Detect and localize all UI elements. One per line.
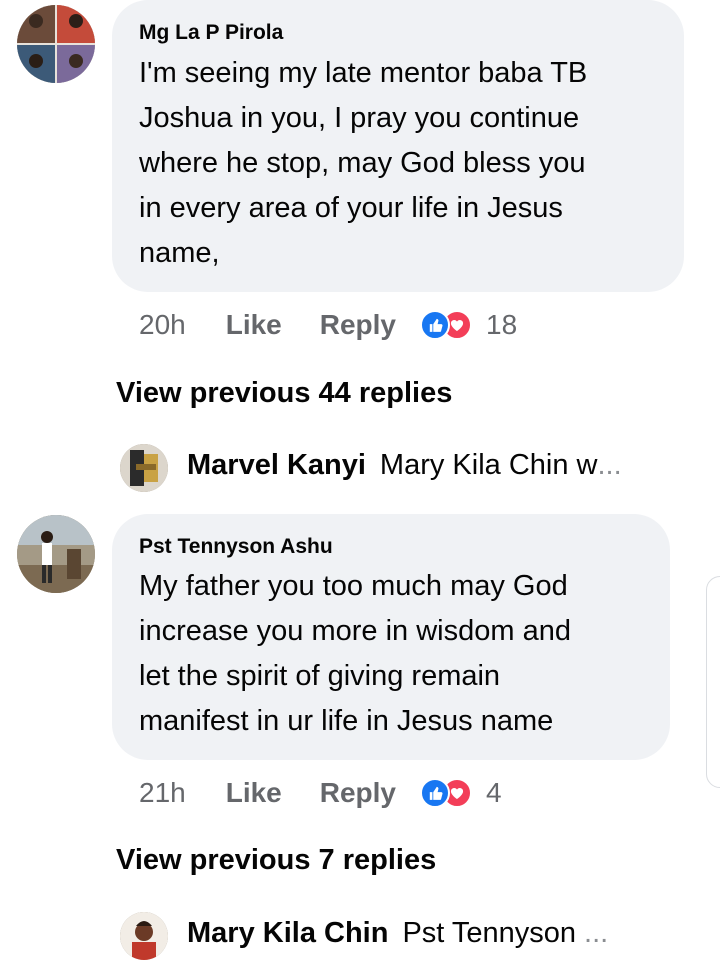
- comment-meta: 20h Like Reply 18: [139, 309, 517, 341]
- reply-author[interactable]: Marvel Kanyi: [187, 449, 366, 482]
- comment-author[interactable]: Mg La P Pirola: [139, 21, 283, 45]
- reply-ellipsis: ...: [597, 449, 622, 481]
- comment-timestamp[interactable]: 20h: [139, 309, 186, 341]
- reply-button[interactable]: Reply: [320, 309, 396, 341]
- reactions-summary[interactable]: [420, 310, 472, 340]
- side-panel-edge: [706, 576, 720, 788]
- comment-meta: 21h Like Reply 4: [139, 777, 502, 809]
- reaction-count[interactable]: 4: [486, 777, 502, 809]
- reply-text: Pst Tennyson: [402, 917, 577, 949]
- reply-avatar[interactable]: [120, 912, 168, 960]
- thumbs-up-icon: [420, 778, 450, 808]
- avatar-image: [120, 912, 168, 960]
- avatar-image: [17, 5, 95, 83]
- like-button[interactable]: Like: [226, 777, 282, 809]
- avatar[interactable]: [17, 5, 95, 83]
- latest-reply-preview[interactable]: Mary Kila Chin Pst Tennyson ...: [187, 917, 608, 950]
- comment-text: My father you too much may God increase …: [139, 570, 571, 737]
- avatar[interactable]: [17, 515, 95, 593]
- comment-author[interactable]: Pst Tennyson Ashu: [139, 535, 333, 559]
- thumbs-up-icon: [420, 310, 450, 340]
- reaction-count[interactable]: 18: [486, 309, 517, 341]
- comment-text: I'm seeing my late mentor baba TB Joshua…: [139, 57, 588, 269]
- reply-button[interactable]: Reply: [320, 777, 396, 809]
- comment-timestamp[interactable]: 21h: [139, 777, 186, 809]
- avatar-image: [17, 515, 95, 593]
- reply-avatar[interactable]: [120, 444, 168, 492]
- latest-reply-preview[interactable]: Marvel Kanyi Mary Kila Chin w ...: [187, 449, 622, 482]
- avatar-image: [120, 444, 168, 492]
- like-button[interactable]: Like: [226, 309, 282, 341]
- view-previous-replies-link[interactable]: View previous 44 replies: [116, 377, 452, 410]
- reply-text: Mary Kila Chin w: [379, 449, 598, 481]
- view-previous-replies-link[interactable]: View previous 7 replies: [116, 844, 436, 877]
- reactions-summary[interactable]: [420, 778, 472, 808]
- reply-author[interactable]: Mary Kila Chin: [187, 917, 388, 950]
- reply-ellipsis: ...: [584, 917, 609, 949]
